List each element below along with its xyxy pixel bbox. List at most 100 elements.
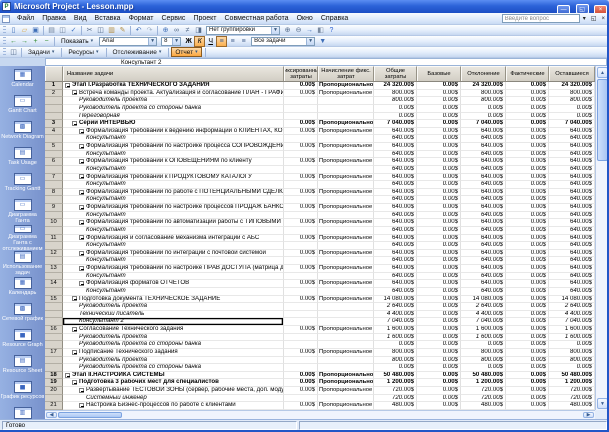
total-cost-cell[interactable]: 640.00$ (374, 249, 417, 258)
print-preview-icon[interactable]: ◫ (57, 25, 68, 36)
var-cost-cell[interactable]: 640.00$ (461, 234, 506, 243)
menu-item-help[interactable]: Справка (317, 13, 352, 24)
align-left-button[interactable]: ≡ (216, 35, 228, 47)
sidebar-item-task-usage[interactable]: ▤ Task Usage (0, 147, 45, 173)
task-name-cell[interactable]: Формализация требований к ведению информ… (63, 127, 284, 136)
fact-cost-cell[interactable]: 0.00$ (506, 249, 549, 258)
fixed-cost-cell[interactable]: 0.00$ (284, 326, 318, 334)
total-cost-cell[interactable]: 0.00$ (374, 364, 417, 372)
accrual-cell[interactable] (318, 196, 374, 204)
base-cost-cell[interactable]: 0.00$ (417, 379, 461, 387)
accrual-cell[interactable] (318, 165, 374, 174)
document-icon[interactable] (2, 14, 10, 23)
sidebar-item-resource-graph-ru[interactable]: ▅ График ресурсов (0, 381, 45, 407)
var-cost-cell[interactable]: 640.00$ (461, 219, 506, 227)
total-cost-cell[interactable]: 50 480.00$ (374, 371, 417, 380)
var-cost-cell[interactable]: 1 600.00$ (461, 326, 506, 334)
var-cost-cell[interactable]: 640.00$ (461, 158, 506, 166)
accrual-cell[interactable]: Пропорциональное (318, 120, 374, 128)
task-name-cell[interactable]: Встреча команды проекта. Актуализация и … (63, 89, 284, 98)
fact-cost-cell[interactable]: 0.00$ (506, 394, 549, 403)
row-number-cell[interactable]: 18 (45, 371, 63, 380)
base-cost-cell[interactable]: 0.00$ (417, 341, 461, 349)
toolbar-grip[interactable] (3, 25, 6, 35)
total-cost-cell[interactable]: 800.00$ (374, 97, 417, 105)
rem-cost-cell[interactable]: 480.00$ (549, 402, 595, 410)
fact-cost-cell[interactable]: 0.00$ (506, 196, 549, 204)
var-cost-cell[interactable]: 640.00$ (461, 181, 506, 189)
task-name-cell[interactable]: Формализация требований к ОПОВЕЩЕНИЯМ по… (63, 158, 284, 166)
rem-cost-cell[interactable]: 1 600.00$ (549, 333, 595, 342)
base-cost-cell[interactable]: 0.00$ (417, 82, 461, 90)
fixed-cost-cell[interactable] (284, 356, 318, 365)
total-cost-cell[interactable]: 640.00$ (374, 165, 417, 174)
rem-cost-cell[interactable]: 720.00$ (549, 394, 595, 403)
fact-cost-cell[interactable]: 0.00$ (506, 265, 549, 273)
accrual-cell[interactable]: Пропорциональное (318, 265, 374, 273)
accrual-cell[interactable] (318, 272, 374, 281)
accrual-cell[interactable]: Пропорциональное (318, 219, 374, 227)
sidebar-item-calendar-ru[interactable]: ▦ Календарь (0, 277, 45, 303)
accrual-cell[interactable] (318, 150, 374, 159)
base-cost-cell[interactable]: 0.00$ (417, 371, 461, 380)
base-cost-cell[interactable]: 0.00$ (417, 287, 461, 296)
task-name-cell[interactable]: Формализация и согласование механизма ин… (63, 234, 284, 243)
rem-cost-cell[interactable]: 640.00$ (549, 188, 595, 197)
row-number-cell[interactable] (45, 333, 63, 342)
underline-button[interactable]: Ч (205, 36, 216, 47)
print-icon[interactable]: ▤ (46, 25, 57, 36)
split-task-icon[interactable]: ◨ (193, 25, 204, 36)
fixed-cost-cell[interactable] (284, 394, 318, 403)
row-number-cell[interactable] (45, 150, 63, 159)
base-cost-cell[interactable]: 0.00$ (417, 143, 461, 151)
fact-cost-cell[interactable]: 0.00$ (506, 387, 549, 395)
var-cost-cell[interactable]: 640.00$ (461, 272, 506, 281)
total-cost-cell[interactable]: 640.00$ (374, 150, 417, 159)
fact-cost-cell[interactable]: 0.00$ (506, 287, 549, 296)
rem-cost-cell[interactable]: 640.00$ (549, 249, 595, 258)
var-cost-cell[interactable]: 0.00$ (461, 112, 506, 121)
row-number-cell[interactable]: 10 (45, 219, 63, 227)
save-icon[interactable]: ▣ (30, 25, 41, 36)
total-cost-cell[interactable]: 640.00$ (374, 257, 417, 265)
rem-cost-cell[interactable]: 800.00$ (549, 97, 595, 105)
fact-cost-cell[interactable]: 0.00$ (506, 371, 549, 380)
fact-cost-cell[interactable]: 0.00$ (506, 303, 549, 311)
row-number-cell[interactable] (45, 97, 63, 105)
collapse-icon[interactable] (79, 128, 84, 134)
var-cost-cell[interactable]: 640.00$ (461, 127, 506, 136)
fact-cost-cell[interactable]: 0.00$ (506, 318, 549, 326)
task-name-cell[interactable]: Подготовка 3 рабочих мест для специалист… (63, 379, 284, 387)
fact-cost-cell[interactable]: 0.00$ (506, 89, 549, 98)
accrual-cell[interactable]: Пропорциональное (318, 402, 374, 410)
base-cost-cell[interactable]: 0.00$ (417, 257, 461, 265)
collapse-icon[interactable] (79, 220, 84, 226)
fact-cost-cell[interactable]: 0.00$ (506, 97, 549, 105)
rem-cost-cell[interactable]: 640.00$ (549, 173, 595, 182)
accrual-cell[interactable] (318, 135, 374, 143)
accrual-cell[interactable] (318, 356, 374, 365)
row-number-cell[interactable]: 1 (45, 82, 63, 90)
total-cost-cell[interactable]: 1 200.00$ (374, 379, 417, 387)
fact-cost-cell[interactable]: 0.00$ (506, 242, 549, 250)
fixed-cost-cell[interactable] (284, 196, 318, 204)
total-cost-cell[interactable]: 640.00$ (374, 127, 417, 136)
fact-cost-cell[interactable]: 0.00$ (506, 173, 549, 182)
accrual-cell[interactable]: Пропорциональное (318, 188, 374, 197)
rem-cost-cell[interactable]: 1 600.00$ (549, 326, 595, 334)
accrual-cell[interactable] (318, 394, 374, 403)
new-file-icon[interactable]: ▯ (8, 25, 19, 36)
sidebar-item-tracking-gantt[interactable]: ▭ Tracking Gantt (0, 173, 45, 199)
total-cost-cell[interactable]: 7 040.00$ (374, 318, 417, 326)
base-cost-cell[interactable]: 0.00$ (417, 249, 461, 258)
accrual-cell[interactable]: Пропорциональное (318, 127, 374, 136)
base-cost-cell[interactable]: 0.00$ (417, 89, 461, 98)
total-cost-cell[interactable]: 640.00$ (374, 188, 417, 197)
fixed-cost-cell[interactable] (284, 97, 318, 105)
task-name-cell[interactable]: Развёртывание ТЕСТОВОЙ ЗОНЫ (сервер, раб… (63, 387, 284, 395)
base-cost-cell[interactable]: 0.00$ (417, 402, 461, 410)
var-cost-cell[interactable]: 640.00$ (461, 226, 506, 235)
task-name-cell[interactable]: Технический писатель (63, 310, 284, 319)
fixed-cost-cell[interactable]: 0.00$ (284, 204, 318, 212)
fact-cost-cell[interactable]: 0.00$ (506, 82, 549, 90)
